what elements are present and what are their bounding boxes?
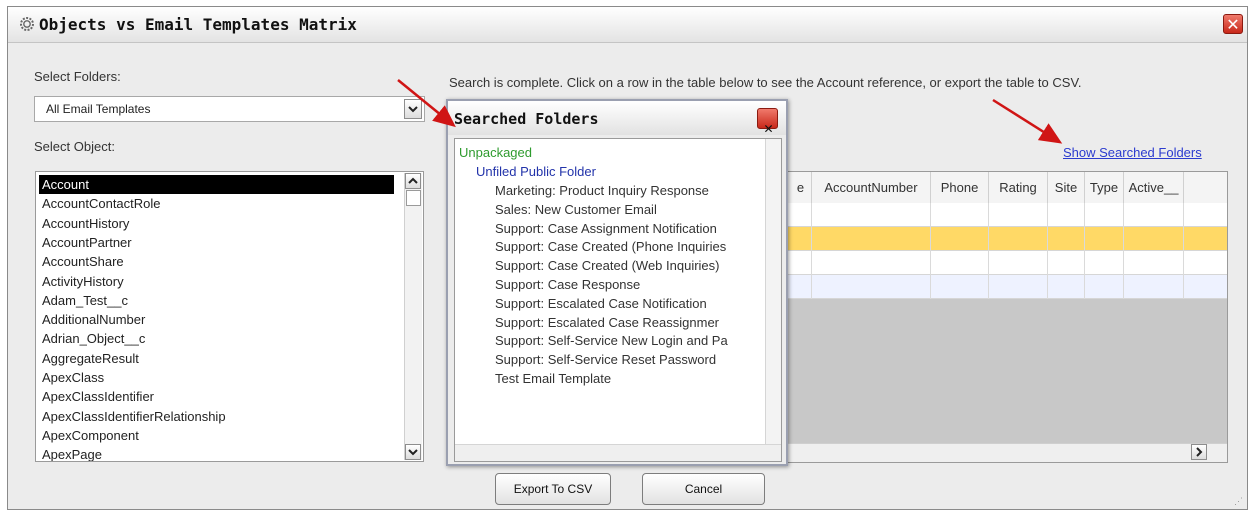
arrow-to-dialog — [397, 79, 456, 128]
annotation-arrows — [397, 79, 1063, 144]
arrow-to-link — [992, 98, 1063, 144]
